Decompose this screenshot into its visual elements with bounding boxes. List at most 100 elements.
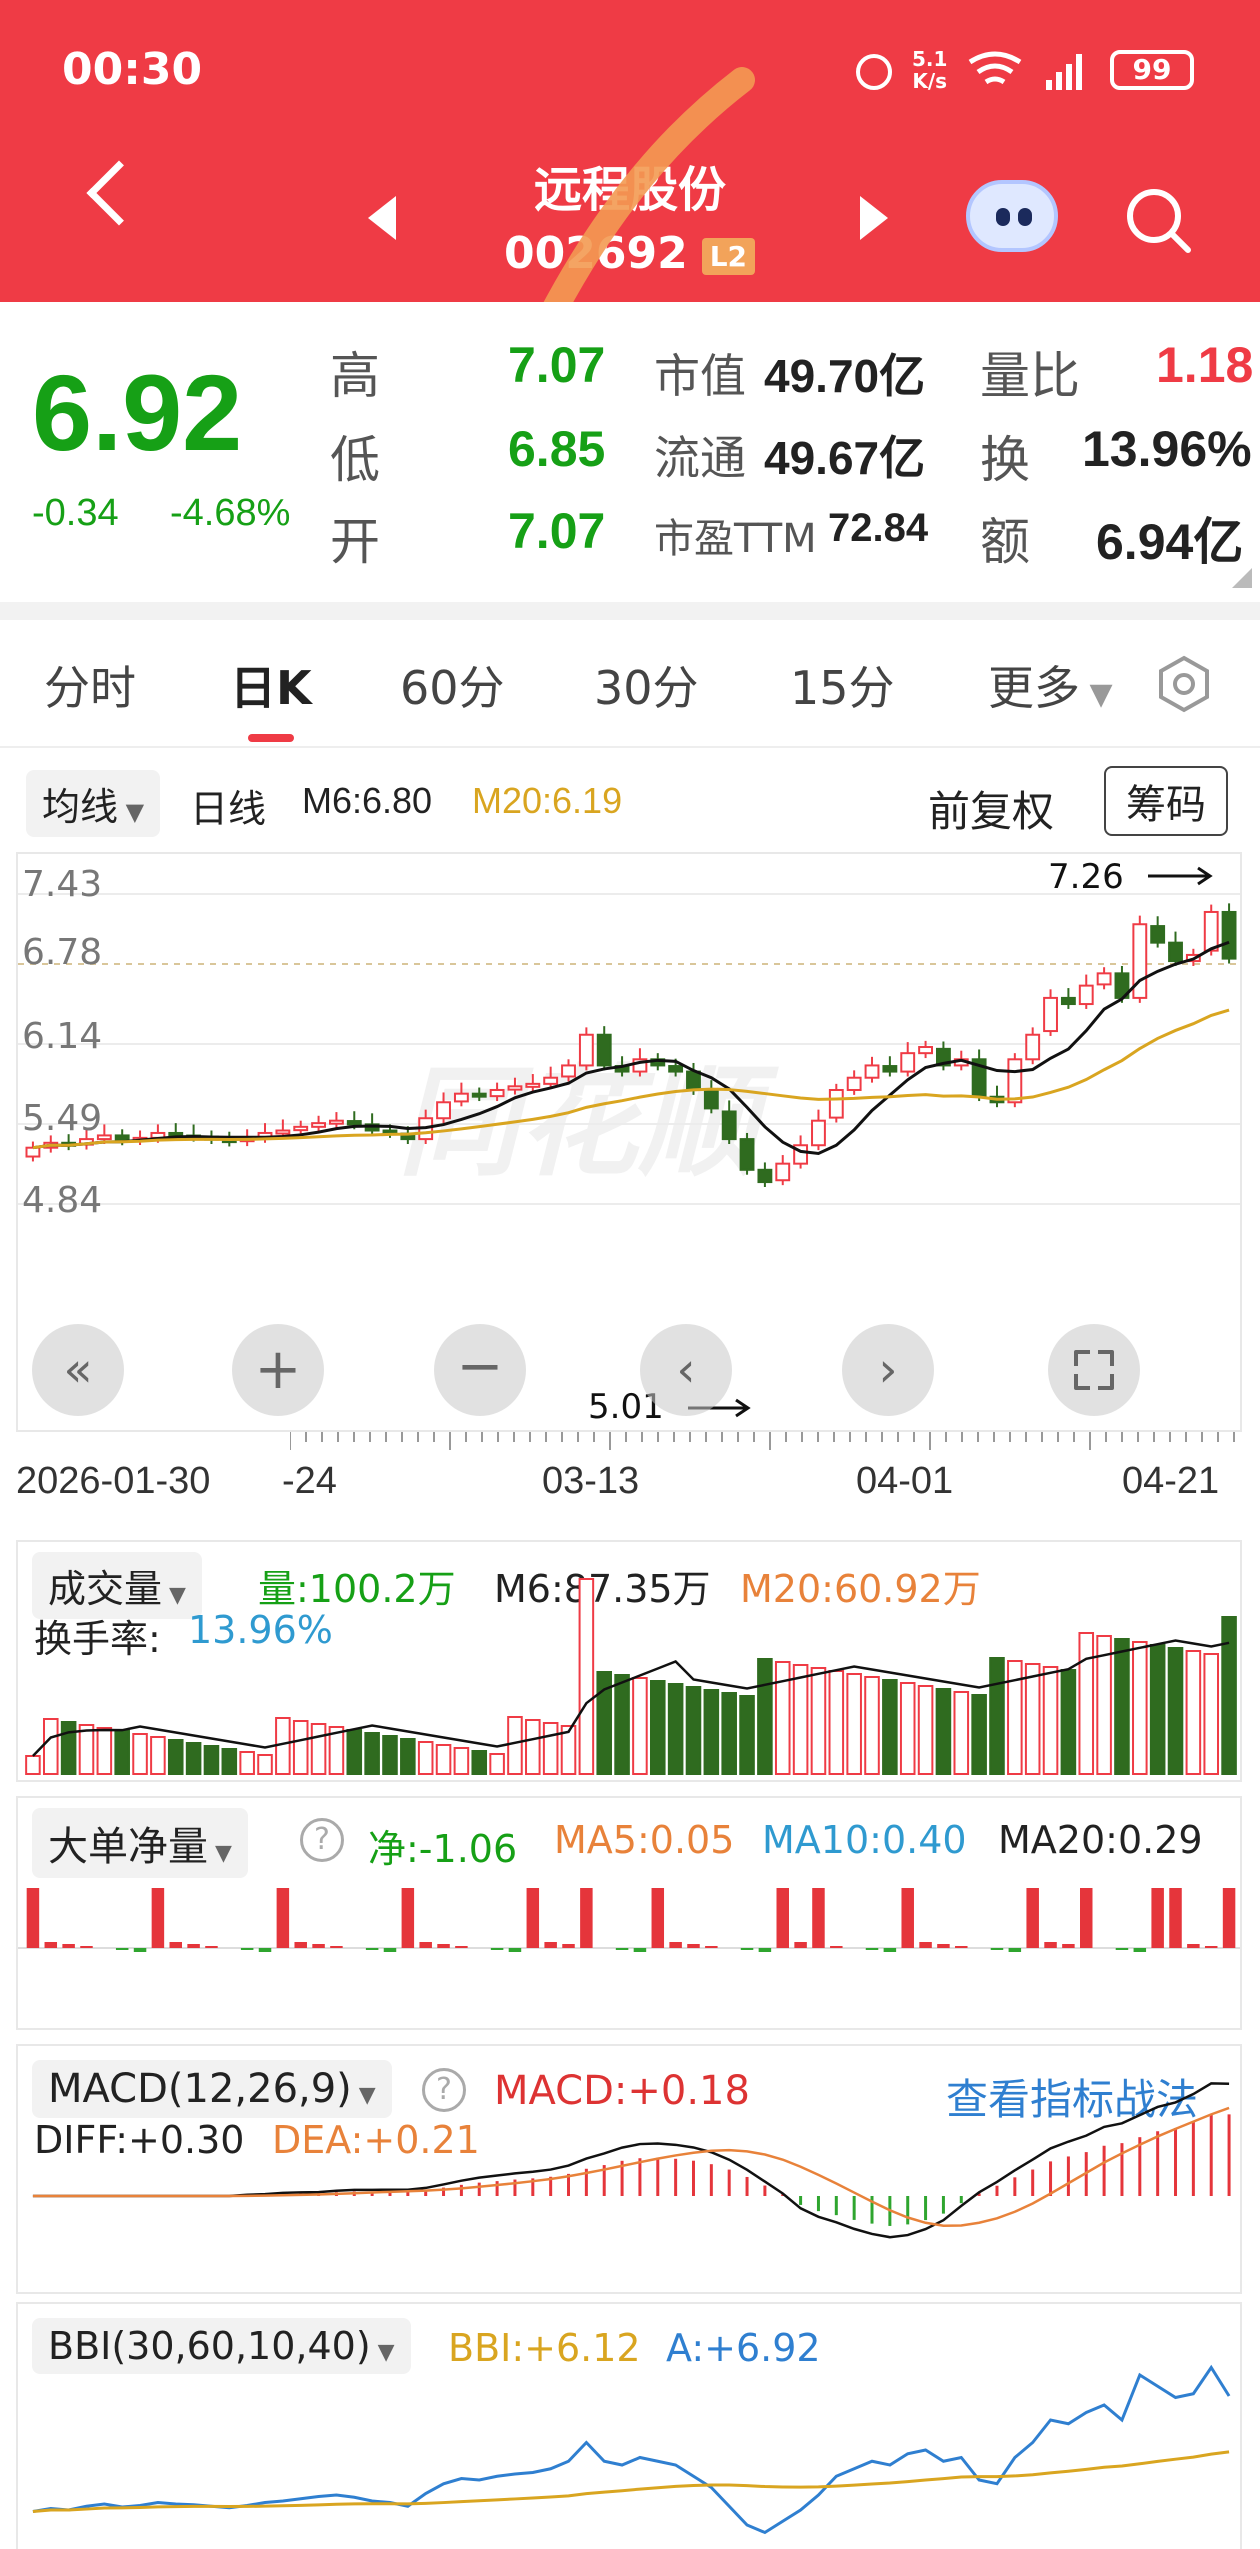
tab-30min[interactable]: 30分 — [594, 652, 699, 718]
candle-body — [918, 1046, 934, 1055]
open-label: 开 — [330, 513, 380, 571]
y-tick-label: 6.78 — [22, 932, 102, 973]
zoom-fit-button[interactable]: « — [32, 1324, 124, 1416]
fullscreen-button[interactable] — [1048, 1324, 1140, 1416]
volume-panel[interactable]: 成交量 ▼ 量:100.2万 M6:87.35万 M20:60.92万 换手率:… — [16, 1540, 1242, 1782]
battery-indicator: 99 — [1110, 50, 1194, 90]
volume-bar — [614, 1674, 630, 1775]
candle-body — [828, 1088, 844, 1119]
l2-badge[interactable]: L2 — [701, 237, 756, 275]
candle-body — [1060, 996, 1076, 1006]
search-icon[interactable] — [1122, 184, 1194, 256]
tab-15min[interactable]: 15分 — [790, 652, 895, 718]
volume-bar — [453, 1747, 470, 1775]
expand-corner-icon[interactable] — [1232, 568, 1252, 588]
plus-icon: + — [254, 1337, 302, 1402]
big-order-bar — [1204, 1946, 1218, 1948]
big-order-bar — [830, 1946, 843, 1948]
tab-more[interactable]: 更多 ▼ — [988, 652, 1113, 718]
zoom-in-button[interactable]: + — [232, 1324, 324, 1416]
volume-bar — [78, 1724, 95, 1775]
scroll-right-button[interactable]: › — [842, 1324, 934, 1416]
candle-body — [275, 1129, 291, 1135]
next-stock-icon[interactable] — [860, 196, 888, 240]
candle-body — [489, 1088, 505, 1098]
big-order-bar — [508, 1948, 522, 1952]
volume-bar — [185, 1742, 202, 1775]
chevron-right-icon: › — [878, 1342, 898, 1398]
macd-panel[interactable]: MACD(12,26,9) ▼ ? MACD:+0.18 查看指标战法 DIFF… — [16, 2044, 1242, 2294]
big-order-bar — [633, 1948, 647, 1952]
big-order-bar — [205, 1946, 218, 1948]
high-marker-arrow — [1148, 866, 1213, 886]
candle-body — [846, 1076, 862, 1091]
y-tick-label: 4.84 — [22, 1180, 102, 1221]
volume-bar — [1221, 1616, 1237, 1775]
signal-bar-2 — [1056, 72, 1062, 90]
tab-daily-k[interactable]: 日K — [230, 652, 312, 718]
candle-body — [721, 1110, 737, 1141]
candle-body — [703, 1088, 719, 1110]
volume-bar — [792, 1664, 809, 1775]
volume-bar — [167, 1739, 184, 1775]
adjust-mode[interactable]: 前复权 — [928, 778, 1054, 839]
volume-bar — [864, 1676, 880, 1775]
candle-body — [1203, 910, 1219, 952]
volume-bar — [203, 1745, 220, 1775]
high-value: 7.07 — [508, 337, 606, 393]
tab-intraday[interactable]: 分时 — [44, 652, 136, 718]
low-label: 低 — [330, 431, 380, 489]
candle-body — [525, 1082, 541, 1088]
big-order-bar — [1026, 1888, 1039, 1948]
chips-button[interactable]: 筹码 — [1104, 766, 1228, 836]
candle-body — [453, 1092, 469, 1103]
big-order-bar — [776, 1888, 789, 1948]
big-order-panel[interactable]: 大单净量 ▼ ? 净:-1.06 MA5:0.05 MA10:0.40 MA20… — [16, 1796, 1242, 2030]
status-icons — [856, 51, 1082, 90]
period-tabs: 分时 日K 60分 30分 15分 更多 ▼ — [0, 612, 1260, 742]
candle-body — [311, 1122, 327, 1128]
big-order-bar — [651, 1888, 665, 1948]
big-order-bar — [526, 1888, 540, 1948]
volume-bar — [417, 1741, 434, 1775]
big-order-bar — [794, 1942, 807, 1948]
price-change-pct: -4.68% — [170, 492, 291, 534]
volume-bar — [757, 1658, 773, 1775]
volume-bar — [1167, 1647, 1184, 1775]
volume-bar — [917, 1685, 934, 1775]
period-label: 日线 — [190, 787, 267, 831]
robot-right-eye — [1018, 208, 1032, 226]
big-order-bar — [544, 1942, 557, 1948]
big-order-bar — [1115, 1948, 1129, 1950]
ma-selector[interactable]: 均线 ▼ — [26, 770, 161, 837]
volume-bar — [310, 1723, 327, 1775]
candle-body — [1150, 925, 1166, 944]
scroll-left-button[interactable]: ‹ — [640, 1324, 732, 1416]
volume-bar — [935, 1688, 952, 1775]
volume-bar — [632, 1677, 648, 1775]
big-order-bar — [115, 1948, 129, 1950]
turnover-label: 换 — [980, 431, 1030, 489]
candle-body — [882, 1065, 898, 1073]
volume-bar — [132, 1733, 148, 1775]
big-order-bar — [955, 1946, 968, 1948]
candle-body — [686, 1070, 701, 1091]
big-order-bar — [383, 1948, 397, 1952]
tab-60min[interactable]: 60分 — [400, 652, 505, 718]
zoom-out-button[interactable]: − — [434, 1324, 526, 1416]
assistant-robot-icon[interactable] — [966, 180, 1058, 252]
volume-bar — [971, 1694, 987, 1775]
volume-bar — [25, 1755, 41, 1775]
bbi-panel[interactable]: BBI(30,60,10,40) ▼ BBI:+6.12 A:+6.92 — [16, 2302, 1242, 2549]
volume-bar — [667, 1683, 684, 1775]
mktcap-label: 市值 — [654, 349, 746, 403]
volume-bar — [721, 1692, 737, 1775]
volume-bar — [1149, 1644, 1166, 1775]
big-order-bar — [151, 1888, 165, 1948]
settings-hexagon-icon[interactable] — [1154, 654, 1214, 714]
candle-body — [1221, 910, 1237, 960]
big-order-bar — [1187, 1944, 1200, 1948]
volume-bar — [96, 1727, 113, 1775]
chevron-left-icon: ‹ — [676, 1342, 696, 1398]
big-order-bar — [419, 1942, 432, 1948]
